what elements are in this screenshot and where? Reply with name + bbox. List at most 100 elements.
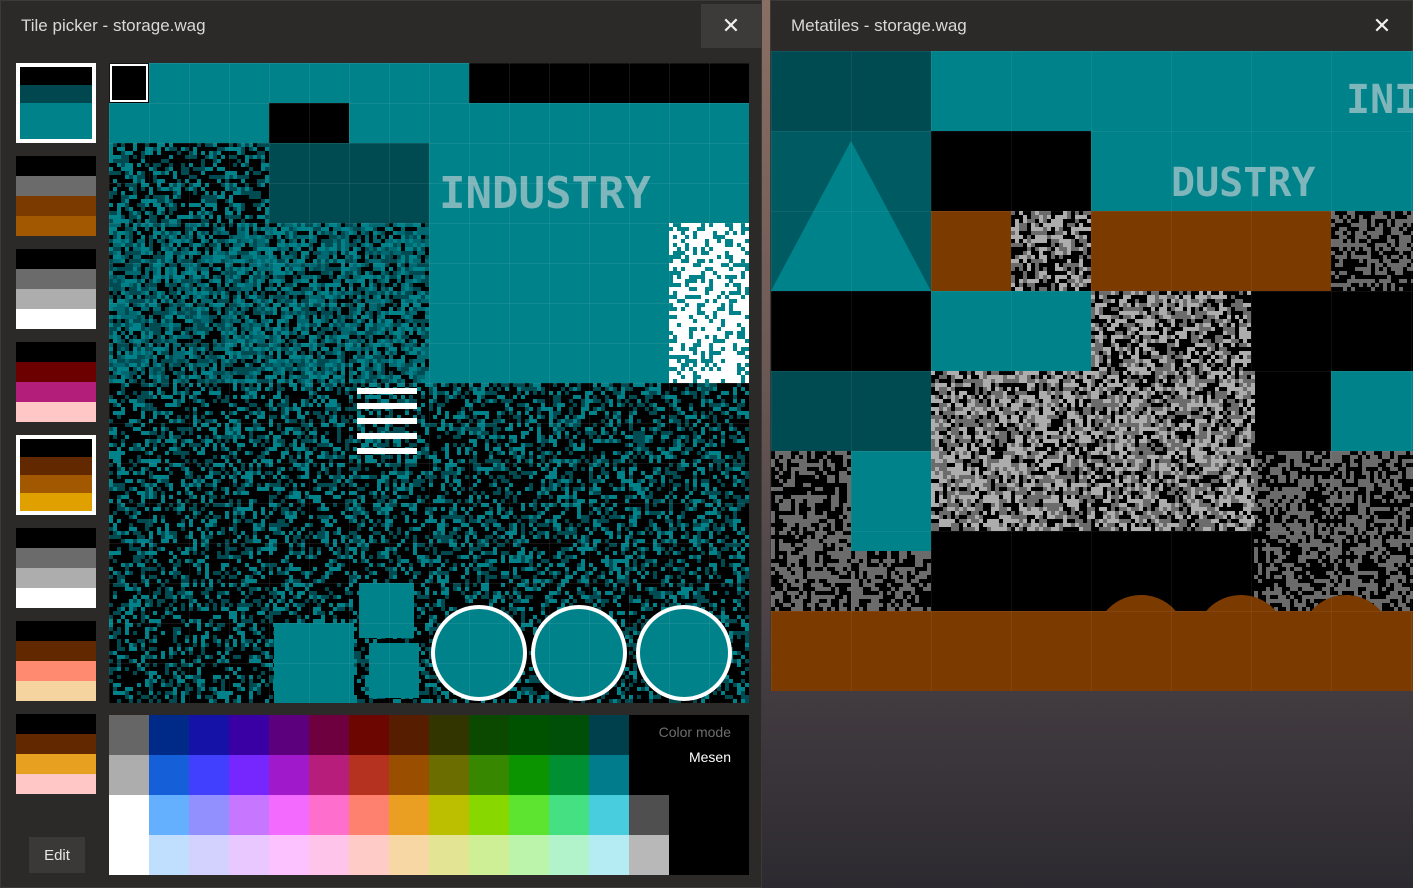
nes-color-cell[interactable] <box>429 795 469 835</box>
palette-list <box>16 63 98 807</box>
nes-color-cell[interactable] <box>429 835 469 875</box>
palette-0[interactable] <box>16 63 96 143</box>
nes-color-cell[interactable] <box>429 755 469 795</box>
nes-color-cell[interactable] <box>389 795 429 835</box>
nes-color-cell[interactable] <box>229 755 269 795</box>
palette-swatch <box>16 734 96 754</box>
nes-color-cell[interactable] <box>349 795 389 835</box>
nes-color-cell[interactable] <box>589 835 629 875</box>
nes-color-cell[interactable] <box>709 835 749 875</box>
nes-color-cell[interactable] <box>309 835 349 875</box>
nes-color-cell[interactable] <box>669 795 709 835</box>
tile-picker-close-button[interactable]: ✕ <box>701 4 761 48</box>
palette-swatch <box>16 402 96 422</box>
nes-color-cell[interactable] <box>309 755 349 795</box>
nes-color-cell[interactable] <box>629 795 669 835</box>
palette-swatch <box>16 681 96 701</box>
palette-swatch <box>16 754 96 774</box>
nes-color-cell[interactable] <box>509 835 549 875</box>
palette-swatch <box>16 661 96 681</box>
nes-color-cell[interactable] <box>509 755 549 795</box>
nes-color-cell[interactable] <box>269 795 309 835</box>
nes-color-cell[interactable] <box>309 715 349 755</box>
nes-color-cell[interactable] <box>509 795 549 835</box>
nes-color-cell[interactable] <box>269 835 309 875</box>
palette-swatch <box>16 196 96 216</box>
nes-color-cell[interactable] <box>669 835 709 875</box>
meta-industry-text-top: INI <box>1346 77 1413 123</box>
nes-color-cell[interactable] <box>229 795 269 835</box>
nes-color-cell[interactable] <box>189 715 229 755</box>
palette-swatch <box>16 382 96 402</box>
palette-swatch <box>16 528 96 548</box>
nes-color-cell[interactable] <box>229 835 269 875</box>
palette-swatch <box>20 475 92 493</box>
nes-color-cell[interactable] <box>469 795 509 835</box>
meta-coin-tile <box>1195 595 1287 687</box>
nes-color-cell[interactable] <box>549 715 589 755</box>
tile-selected-black <box>109 63 149 103</box>
edit-button[interactable]: Edit <box>29 837 85 873</box>
nes-color-cell[interactable] <box>469 715 509 755</box>
meta-coin-tile <box>1095 595 1187 687</box>
nes-color-cell[interactable] <box>309 795 349 835</box>
edit-button-label: Edit <box>44 846 70 864</box>
color-mode-value[interactable]: Mesen <box>629 749 731 765</box>
nes-color-cell[interactable] <box>629 835 669 875</box>
palette-4[interactable] <box>16 435 96 515</box>
coin-tile <box>531 605 627 701</box>
nes-color-cell[interactable] <box>149 715 189 755</box>
nes-color-cell[interactable] <box>109 795 149 835</box>
nes-color-cell[interactable] <box>189 755 229 795</box>
nes-color-cell[interactable] <box>189 835 229 875</box>
palette-swatch <box>16 216 96 236</box>
nes-color-cell[interactable] <box>389 715 429 755</box>
nes-color-cell[interactable] <box>149 795 189 835</box>
nes-color-cell[interactable] <box>549 835 589 875</box>
nes-color-cell[interactable] <box>149 835 189 875</box>
palette-3[interactable] <box>16 342 96 422</box>
nes-color-cell[interactable] <box>469 835 509 875</box>
metatiles-window: Metatiles - storage.wag ✕ DUSTRY INI <box>770 0 1413 691</box>
palette-1[interactable] <box>16 156 96 236</box>
palette-6[interactable] <box>16 621 96 701</box>
palette-swatch <box>16 714 96 734</box>
nes-color-cell[interactable] <box>349 715 389 755</box>
nes-color-cell[interactable] <box>549 755 589 795</box>
nes-color-cell[interactable] <box>429 715 469 755</box>
nes-color-cell[interactable] <box>509 715 549 755</box>
nes-color-cell[interactable] <box>349 835 389 875</box>
palette-swatch <box>16 309 96 329</box>
nes-color-cell[interactable] <box>269 755 309 795</box>
nes-color-cell[interactable] <box>109 835 149 875</box>
palette-7[interactable] <box>16 714 96 794</box>
metatiles-title: Metatiles - storage.wag <box>791 16 967 35</box>
palette-5[interactable] <box>16 528 96 608</box>
metatiles-close-button[interactable]: ✕ <box>1352 4 1412 48</box>
palette-swatch <box>16 156 96 176</box>
nes-color-cell[interactable] <box>549 795 589 835</box>
coin-tile <box>636 605 732 701</box>
close-icon: ✕ <box>721 13 741 38</box>
nes-color-cell[interactable] <box>229 715 269 755</box>
nes-color-cell[interactable] <box>189 795 229 835</box>
coin-tile <box>431 605 527 701</box>
nes-color-cell[interactable] <box>589 795 629 835</box>
nes-color-cell[interactable] <box>389 835 429 875</box>
nes-color-cell[interactable] <box>469 755 509 795</box>
palette-swatch <box>16 176 96 196</box>
metatiles-canvas[interactable]: DUSTRY INI <box>771 51 1413 691</box>
nes-color-cell[interactable] <box>109 715 149 755</box>
nes-color-cell[interactable] <box>389 755 429 795</box>
nes-color-cell[interactable] <box>149 755 189 795</box>
palette-swatch <box>20 457 92 475</box>
palette-2[interactable] <box>16 249 96 329</box>
nes-color-cell[interactable] <box>269 715 309 755</box>
tile-sheet-canvas[interactable]: INDUSTRY <box>109 63 749 703</box>
palette-swatch <box>16 548 96 568</box>
nes-color-cell[interactable] <box>349 755 389 795</box>
nes-color-cell[interactable] <box>589 715 629 755</box>
nes-color-cell[interactable] <box>109 755 149 795</box>
nes-color-cell[interactable] <box>589 755 629 795</box>
nes-color-cell[interactable] <box>709 795 749 835</box>
